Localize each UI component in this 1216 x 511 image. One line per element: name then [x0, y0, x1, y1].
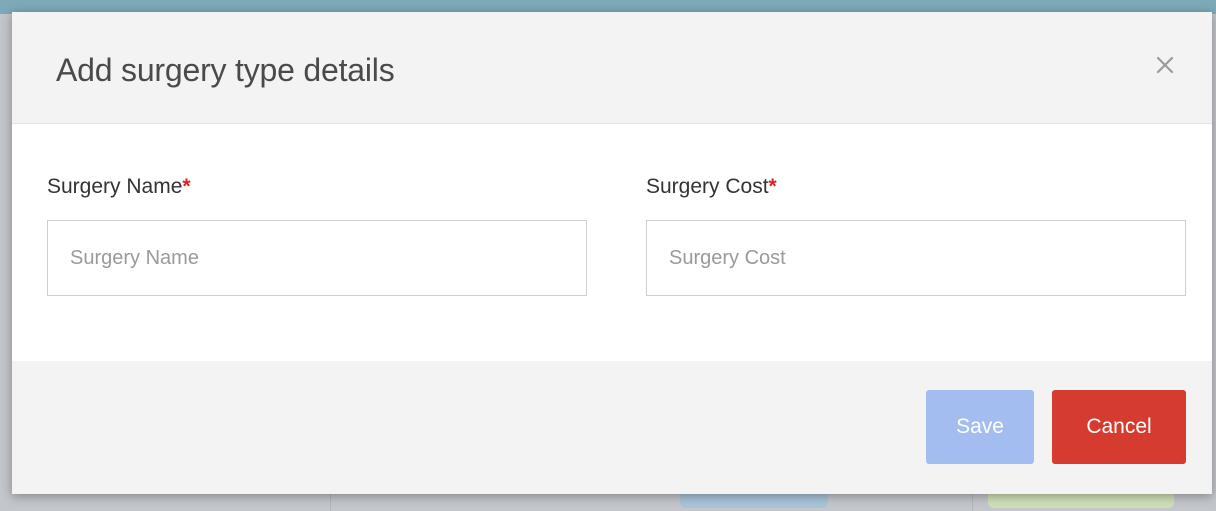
backdrop-divider [972, 494, 973, 511]
modal-body: Surgery Name* Surgery Cost* [12, 124, 1212, 361]
required-marker: * [182, 175, 191, 198]
cancel-button[interactable]: Cancel [1052, 390, 1186, 464]
surgery-cost-input[interactable] [646, 220, 1186, 296]
close-button[interactable] [1148, 48, 1182, 82]
surgery-name-label: Surgery Name* [47, 174, 587, 200]
required-marker: * [768, 175, 777, 198]
add-surgery-type-modal: Add surgery type details Surgery Name* S… [12, 12, 1212, 494]
backdrop-divider [330, 494, 331, 511]
backdrop-button-blue [680, 494, 828, 508]
surgery-name-field-group: Surgery Name* [47, 174, 587, 296]
modal-title: Add surgery type details [56, 52, 395, 88]
modal-header: Add surgery type details [12, 12, 1212, 124]
surgery-name-input[interactable] [47, 220, 587, 296]
backdrop-button-green [988, 494, 1174, 508]
surgery-cost-field-group: Surgery Cost* [646, 174, 1186, 296]
surgery-cost-label-text: Surgery Cost [646, 175, 769, 198]
save-button[interactable]: Save [926, 390, 1034, 464]
close-icon [1148, 56, 1182, 85]
surgery-name-label-text: Surgery Name [47, 175, 183, 198]
modal-footer: Save Cancel [12, 361, 1212, 494]
surgery-cost-label: Surgery Cost* [646, 174, 1186, 200]
